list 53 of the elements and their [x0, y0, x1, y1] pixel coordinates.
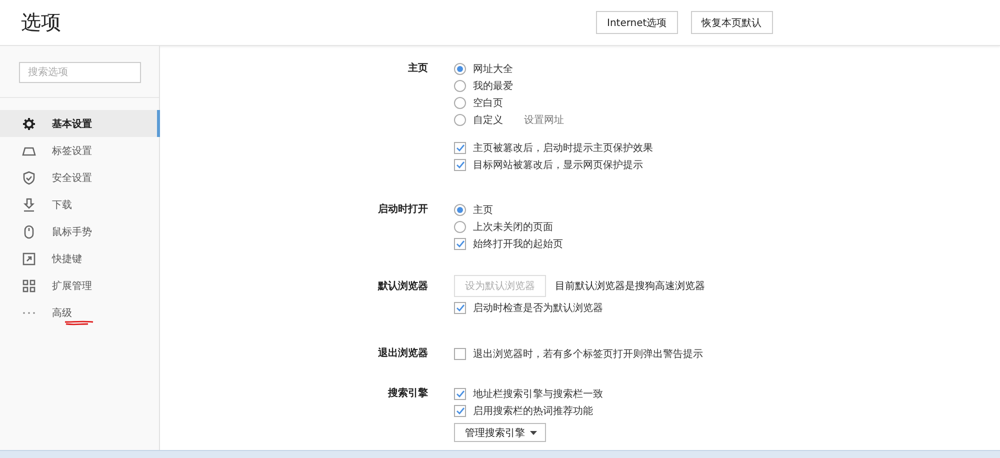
extensions-icon — [22, 278, 36, 292]
sidebar-item[interactable]: 下载 — [0, 191, 160, 218]
checkbox[interactable] — [454, 158, 466, 170]
sidebar-item[interactable]: 扩展管理 — [0, 272, 160, 299]
gear-icon — [22, 116, 36, 130]
radio-button[interactable] — [454, 220, 466, 232]
radio-label: 空白页 — [473, 96, 503, 110]
radio-label: 主页 — [473, 204, 493, 216]
sidebar-item[interactable]: 标签设置 — [0, 137, 160, 164]
checkbox[interactable] — [454, 302, 466, 314]
radio-button[interactable] — [454, 62, 466, 74]
section-label: 启动时打开 — [377, 202, 428, 217]
checkbox-label: 启用搜索栏的热词推荐功能 — [473, 404, 593, 418]
page-title: 选项 — [21, 9, 62, 36]
radio-label: 网址大全 — [473, 62, 513, 76]
radio-label: 自定义 — [473, 114, 503, 126]
sidebar-item[interactable]: 高级 — [0, 299, 160, 326]
section-label: 退出浏览器 — [377, 346, 428, 361]
checkbox-label: 主页被篡改后，启动时提示主页保护效果 — [473, 142, 653, 154]
radio-button[interactable] — [454, 204, 466, 216]
shortcut-icon — [22, 252, 36, 266]
checkbox[interactable] — [454, 404, 466, 416]
checkbox-label: 地址栏搜索引擎与搜索栏一致 — [473, 388, 603, 400]
sidebar-item[interactable]: 安全设置 — [0, 164, 160, 191]
mouse-icon — [22, 224, 36, 238]
header-button[interactable]: 恢复本页默认 — [690, 11, 773, 34]
shield-icon — [22, 170, 36, 184]
section-label: 搜索引擎 — [386, 386, 428, 401]
checkbox[interactable] — [454, 348, 466, 360]
checkbox[interactable] — [454, 142, 466, 154]
sidebar-item[interactable]: 快捷键 — [0, 245, 160, 272]
radio-button[interactable] — [454, 114, 466, 126]
radio-button[interactable] — [454, 96, 466, 108]
checkbox-label: 启动时检查是否为默认浏览器 — [473, 302, 603, 314]
checkbox-label: 退出浏览器时，若有多个标签页打开则弹出警告提示 — [473, 348, 703, 360]
checkbox-label: 始终打开我的起始页 — [473, 238, 563, 250]
checkbox[interactable] — [454, 388, 466, 400]
sidebar-item[interactable]: 基本设置 — [0, 110, 160, 137]
sidebar-item[interactable]: 鼠标手势 — [0, 218, 160, 245]
section-label: 主页 — [407, 61, 428, 76]
checkbox-label: 目标网站被篡改后，显示网页保护提示 — [473, 158, 643, 172]
section-label: 默认浏览器 — [376, 280, 428, 294]
set-url-link[interactable]: 设置网址 — [524, 112, 564, 126]
default-browser-note: 目前默认浏览器是搜狗高速浏览器 — [555, 280, 705, 293]
checkbox[interactable] — [454, 238, 466, 250]
header-button[interactable]: Internet选项 — [596, 11, 678, 34]
radio-label: 我的最爱 — [473, 80, 513, 92]
search-field[interactable]: 搜索选项 — [19, 62, 141, 83]
manage-search-engines-dropdown[interactable]: 管理搜索引擎 — [454, 423, 546, 442]
radio-label: 上次未关闭的页面 — [473, 220, 553, 234]
caret-icon — [530, 430, 537, 434]
radio-button[interactable] — [454, 80, 466, 92]
download-icon — [22, 198, 36, 212]
